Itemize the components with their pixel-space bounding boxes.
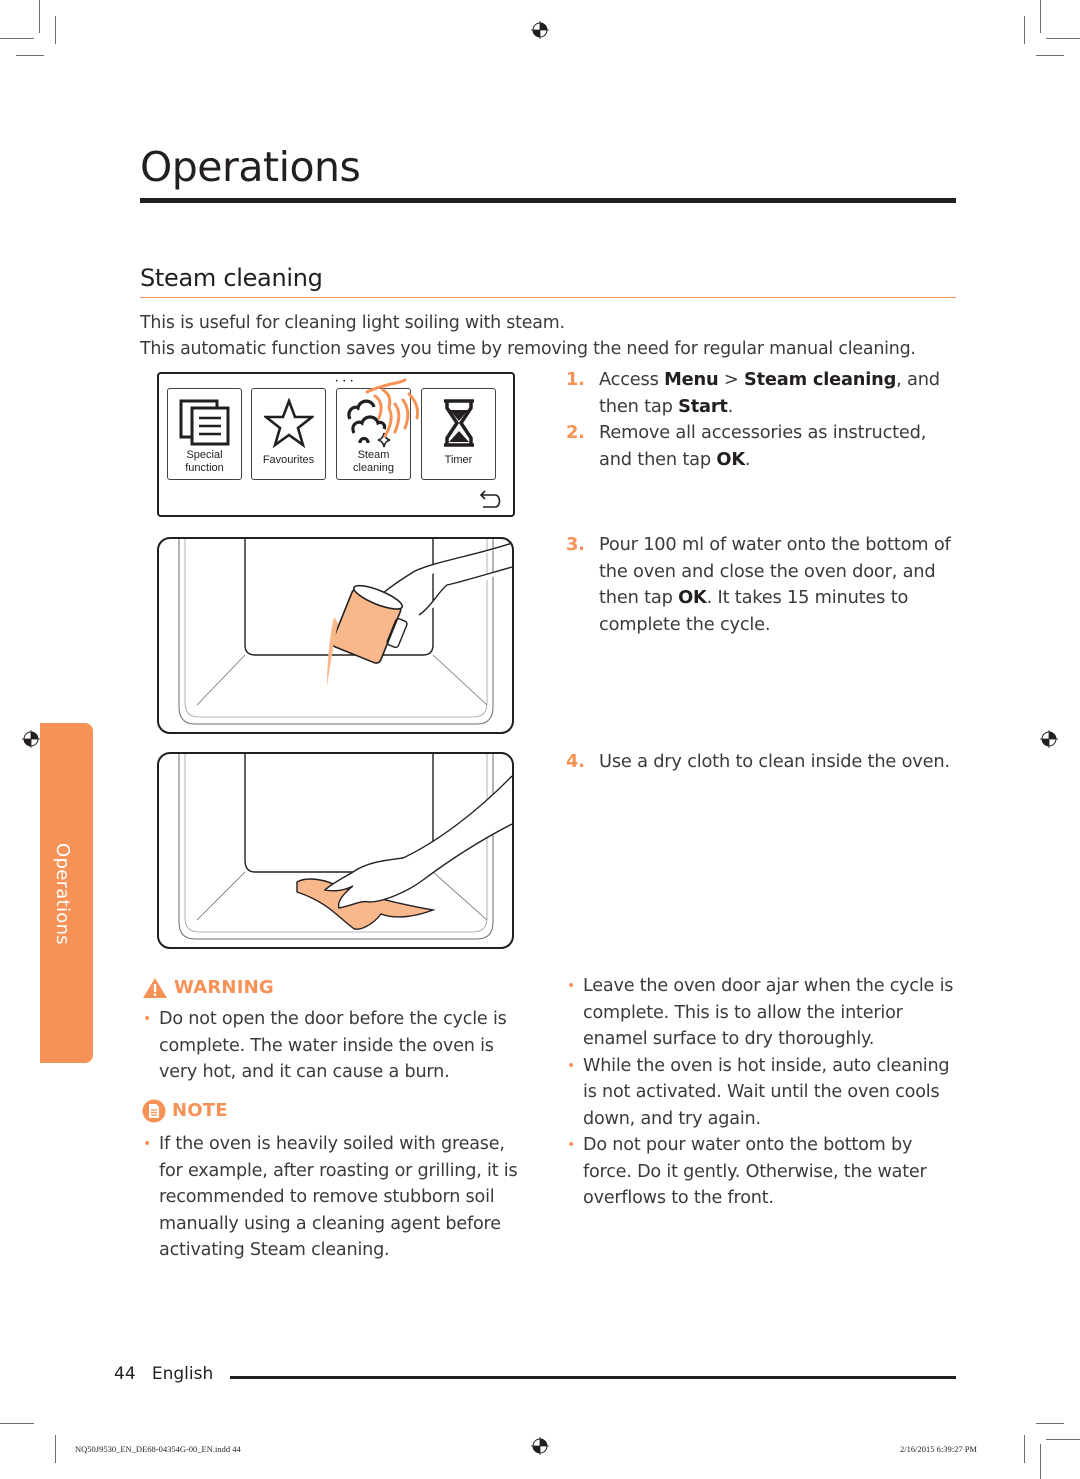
tile-timer[interactable]: Timer <box>421 388 496 480</box>
step-1: 1. Access Menu > Steam cleaning, and the… <box>566 369 940 417</box>
step-3: 3. Pour 100 ml of water onto the bottom … <box>566 534 951 635</box>
crop-mark <box>55 16 56 44</box>
crop-mark <box>1040 1444 1041 1479</box>
note-heading: NOTE <box>142 1099 522 1123</box>
side-tab-operations: Operations <box>40 723 93 1063</box>
page-footer: 44 English <box>114 1364 213 1384</box>
crop-mark <box>1036 1423 1064 1424</box>
crop-mark <box>1036 55 1064 56</box>
back-arrow-icon[interactable] <box>479 489 503 509</box>
hourglass-icon <box>422 395 495 451</box>
note-icon <box>142 1099 166 1123</box>
registration-mark-icon <box>531 1437 549 1455</box>
tile-label: Special function <box>185 449 224 474</box>
page-title: Operations <box>140 143 361 191</box>
intro-line-2: This automatic function saves you time b… <box>140 339 916 359</box>
star-icon <box>252 395 325 451</box>
note-item: • Do not pour water onto the bottom by fo… <box>567 1135 927 1208</box>
finger-pointer-icon <box>365 378 419 438</box>
crop-mark <box>0 1423 34 1424</box>
control-panel-illustration: • • • Special function Favourites Steam … <box>157 372 515 517</box>
footer-rule <box>230 1376 956 1379</box>
warning-block: WARNING • Do not open the door before the… <box>142 977 522 1086</box>
oven-wipe-cloth-illustration <box>157 752 514 949</box>
file-slug: NQ50J9530_EN_DE68-04354G-00_EN.indd 44 <box>75 1444 241 1454</box>
step-2: 2. Remove all accessories as instructed,… <box>566 422 927 470</box>
section-title: Steam cleaning <box>140 264 323 292</box>
registration-mark-icon <box>531 21 549 39</box>
tile-special-function[interactable]: Special function <box>167 388 242 480</box>
crop-mark <box>16 55 44 56</box>
step-4: 4. Use a dry cloth to clean inside the o… <box>566 751 950 772</box>
tile-label: Favourites <box>262 454 315 466</box>
footer-language: English <box>151 1364 214 1384</box>
crop-mark <box>1046 1439 1080 1440</box>
print-timestamp: 2/16/2015 6:39:27 PM <box>900 1444 977 1454</box>
crop-mark <box>39 0 40 33</box>
note-item: • If the oven is heavily soiled with grea… <box>143 1134 518 1260</box>
tile-label: Steam cleaning <box>353 449 394 474</box>
right-notes-list: • Leave the oven door ajar when the cycle… <box>566 973 958 1212</box>
crop-mark <box>1040 0 1041 33</box>
warning-item: • Do not open the door before the cycle i… <box>143 1009 507 1082</box>
crop-mark <box>1024 1435 1025 1463</box>
note-item: • While the oven is hot inside, auto clea… <box>567 1055 950 1129</box>
side-tab-label: Operations <box>52 843 73 945</box>
title-rule <box>140 198 956 203</box>
warning-heading: WARNING <box>142 977 522 999</box>
crop-mark <box>55 1435 56 1463</box>
page-number: 44 <box>114 1364 136 1384</box>
tile-favourites[interactable]: Favourites <box>251 388 326 480</box>
section-rule <box>140 297 956 298</box>
page-indicator: • • • <box>335 378 355 385</box>
note-block: NOTE • If the oven is heavily soiled with… <box>142 1099 522 1264</box>
crop-mark <box>1046 38 1080 39</box>
warning-triangle-icon <box>143 978 167 998</box>
oven-pour-water-illustration <box>157 537 514 734</box>
note-item: • Leave the oven door ajar when the cycle… <box>567 976 954 1049</box>
crop-mark <box>0 38 34 39</box>
crop-mark <box>1024 16 1025 44</box>
registration-mark-icon <box>22 730 40 748</box>
intro-line-1: This is useful for cleaning light soilin… <box>140 313 565 333</box>
tile-label: Timer <box>444 454 473 466</box>
registration-mark-icon <box>1040 730 1058 748</box>
special-function-icon <box>168 395 241 451</box>
